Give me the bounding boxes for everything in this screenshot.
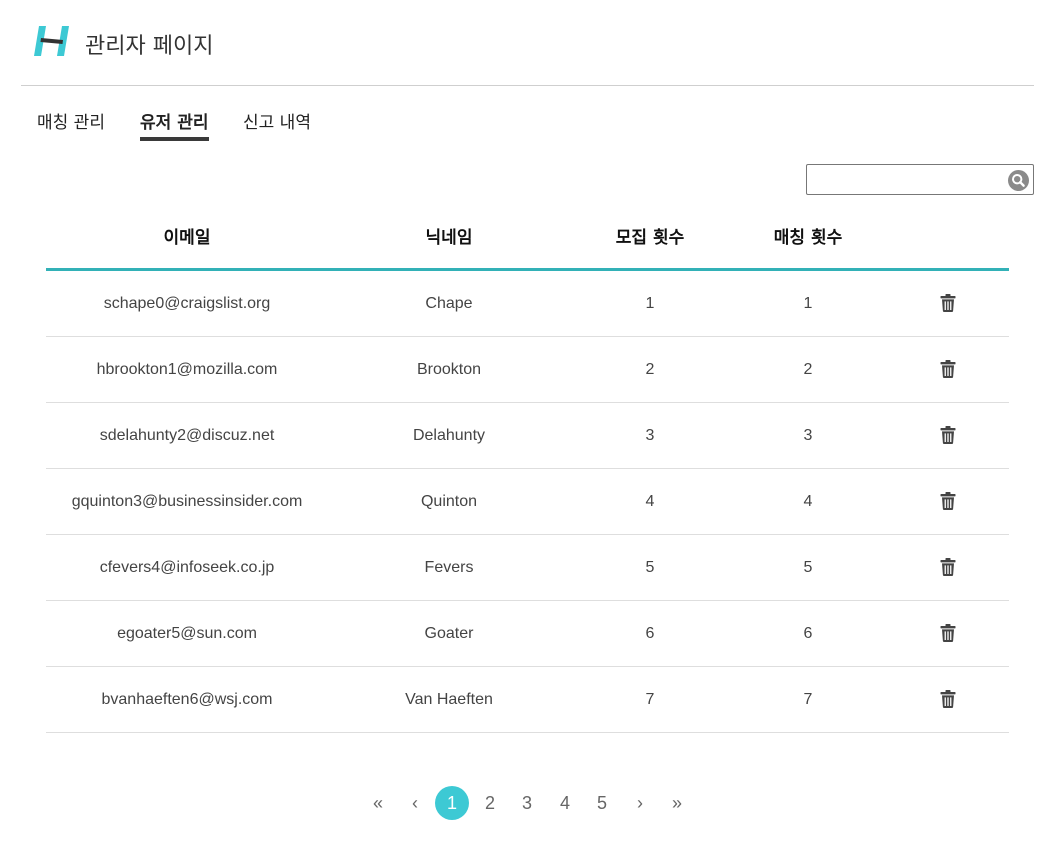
table-row: egoater5@sun.com Goater 6 6 <box>46 601 1009 667</box>
column-header-email: 이메일 <box>163 228 211 248</box>
next-page-button[interactable]: › <box>623 786 657 820</box>
column-header-recruit-count: 모집 횟수 <box>615 228 685 248</box>
cell-recruit-count: 1 <box>645 295 655 312</box>
cell-email: cfevers4@infoseek.co.jp <box>99 559 275 576</box>
trash-icon[interactable] <box>940 426 956 444</box>
cell-recruit-count: 5 <box>645 559 655 576</box>
search-box <box>806 164 1034 195</box>
search-icon[interactable] <box>1008 170 1029 191</box>
active-tab-indicator <box>140 137 209 141</box>
cell-nickname: Van Haeften <box>405 691 493 708</box>
cell-email: bvanhaeften6@wsj.com <box>101 691 273 708</box>
table-row: hbrookton1@mozilla.com Brookton 2 2 <box>46 337 1009 403</box>
trash-icon[interactable] <box>940 690 956 708</box>
cell-email: schape0@craigslist.org <box>103 295 271 312</box>
page-button-4[interactable]: 4 <box>548 786 582 820</box>
prev-page-button[interactable]: ‹ <box>398 786 432 820</box>
first-page-button[interactable]: « <box>361 786 395 820</box>
cell-recruit-count: 3 <box>645 427 655 444</box>
page-button-1[interactable]: 1 <box>435 786 469 820</box>
trash-icon[interactable] <box>940 558 956 576</box>
cell-recruit-count: 2 <box>645 361 655 378</box>
table-row: schape0@craigslist.org Chape 1 1 <box>46 271 1009 337</box>
cell-recruit-count: 7 <box>645 691 655 708</box>
cell-match-count: 5 <box>803 559 813 576</box>
cell-email: sdelahunty2@discuz.net <box>99 427 275 444</box>
page-title: 관리자 페이지 <box>85 34 214 59</box>
cell-match-count: 7 <box>803 691 813 708</box>
page-button-5[interactable]: 5 <box>585 786 619 820</box>
page-button-3[interactable]: 3 <box>510 786 544 820</box>
cell-nickname: Brookton <box>416 361 482 378</box>
h-logo-icon[interactable] <box>33 24 73 58</box>
cell-email: egoater5@sun.com <box>117 625 257 642</box>
trash-icon[interactable] <box>940 624 956 642</box>
column-header-nickname: 닉네임 <box>425 228 473 248</box>
cell-recruit-count: 6 <box>645 625 655 642</box>
table-row: bvanhaeften6@wsj.com Van Haeften 7 7 <box>46 667 1009 733</box>
cell-email: hbrookton1@mozilla.com <box>96 361 278 378</box>
trash-icon[interactable] <box>940 360 956 378</box>
table-row: cfevers4@infoseek.co.jp Fevers 5 5 <box>46 535 1009 601</box>
table-row: sdelahunty2@discuz.net Delahunty 3 3 <box>46 403 1009 469</box>
user-table: 이메일 닉네임 모집 횟수 매칭 횟수 schape0@craigslist.o… <box>46 204 1009 733</box>
column-header-match-count: 매칭 횟수 <box>773 228 843 248</box>
tab-report-history[interactable]: 신고 내역 <box>243 108 311 133</box>
cell-nickname: Fevers <box>424 559 474 576</box>
cell-match-count: 1 <box>803 295 813 312</box>
cell-match-count: 6 <box>803 625 813 642</box>
page-button-2[interactable]: 2 <box>473 786 507 820</box>
app-header: 관리자 페이지 <box>21 0 1034 86</box>
last-page-button[interactable]: » <box>660 786 694 820</box>
table-row: gquinton3@businessinsider.com Quinton 4 4 <box>46 469 1009 535</box>
cell-recruit-count: 4 <box>645 493 655 510</box>
tab-user-management[interactable]: 유저 관리 <box>140 108 208 133</box>
cell-nickname: Quinton <box>420 493 478 510</box>
cell-match-count: 4 <box>803 493 813 510</box>
pagination: « ‹ 1 2 3 4 5 › » <box>0 786 1059 822</box>
cell-match-count: 2 <box>803 361 813 378</box>
tab-matching-management[interactable]: 매칭 관리 <box>37 108 105 133</box>
table-header: 이메일 닉네임 모집 횟수 매칭 횟수 <box>46 204 1009 271</box>
table-body: schape0@craigslist.org Chape 1 1 hbrookton1@… <box>46 271 1009 733</box>
cell-nickname: Chape <box>425 295 473 312</box>
cell-email: gquinton3@businessinsider.com <box>71 493 303 510</box>
cell-match-count: 3 <box>803 427 813 444</box>
trash-icon[interactable] <box>940 492 956 510</box>
trash-icon[interactable] <box>940 294 956 312</box>
cell-nickname: Delahunty <box>412 427 486 444</box>
search-input[interactable] <box>807 165 1005 194</box>
cell-nickname: Goater <box>424 625 474 642</box>
